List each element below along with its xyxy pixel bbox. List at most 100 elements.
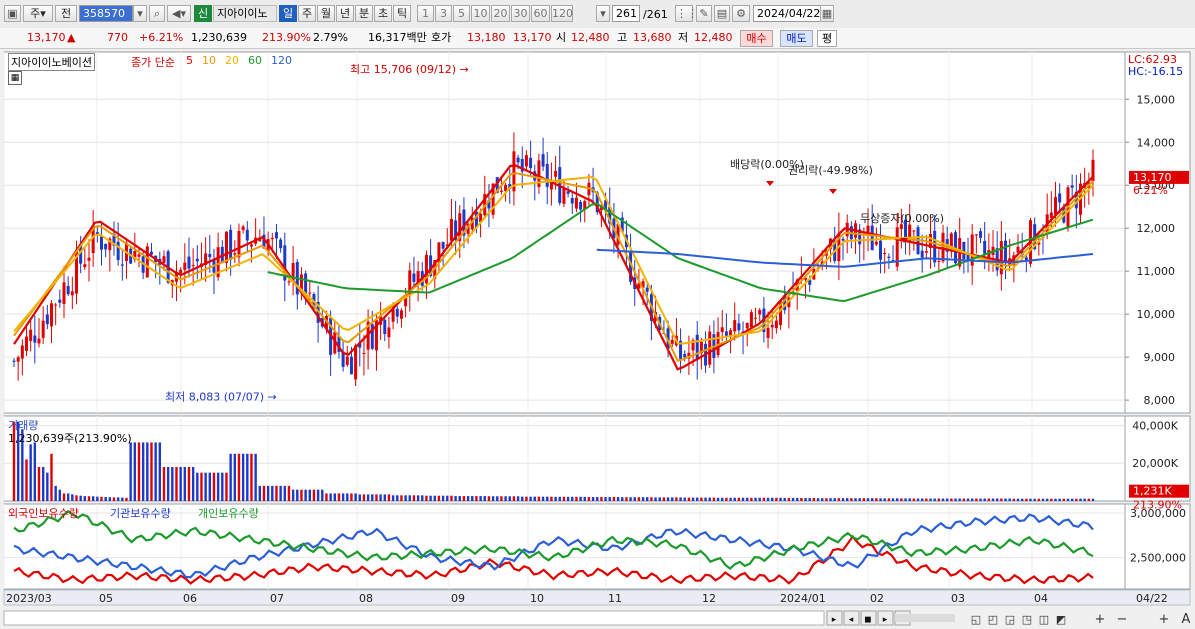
volume-bar [904,498,907,501]
grid-icon[interactable]: ⋮⋮ [675,5,698,22]
save-icon[interactable]: ▤ [714,5,730,22]
volume-bar [283,485,286,501]
candle-body [66,285,70,295]
price-tick-label: 14,000 [1137,136,1176,149]
last-price-label: 13,170 [1133,171,1172,184]
calendar-icon[interactable]: ▦ [820,5,834,22]
volume-bar [1020,498,1024,501]
volume-bar [300,489,303,501]
volume-bar [596,497,599,501]
volume-bar [679,497,682,501]
x-tick-label: 09 [451,592,465,605]
volume-bar [875,498,878,501]
speaker-icon[interactable]: ◀▾ [167,5,191,22]
count-input[interactable]: 261 [612,5,640,22]
candle-body [749,312,753,328]
stock-code-input[interactable]: 358570 [79,5,133,22]
scroll-button-icon-3: ▸ [883,615,888,625]
bid-label: 호가 [431,31,452,44]
volume-bar [79,495,82,501]
volume-bar [304,489,307,501]
candle-body [912,230,916,232]
volume-bar [208,472,212,501]
chevron-down-icon[interactable]: ▾ [596,5,610,22]
interval-button-3[interactable]: 3 [435,5,452,22]
volume-bar [579,496,582,501]
volume-bar [646,497,649,501]
volume-bar [537,496,541,501]
period-button-1[interactable]: 주 [298,5,316,22]
period-button-6[interactable]: 틱 [393,5,411,22]
candle-body [524,155,528,167]
volume-bar [541,496,545,501]
interval-button-120[interactable]: 120 [551,5,573,22]
volume-bar [258,485,261,501]
volume-bar [837,498,841,501]
candle-body [874,241,878,245]
interval-button-5[interactable]: 5 [453,5,470,22]
volume-bar [591,497,595,501]
volume-bar [1033,498,1036,501]
candle-body [179,269,183,274]
period-button-2[interactable]: 월 [317,5,335,22]
volume-bar [229,453,232,501]
x-tick-label: 06 [183,592,197,605]
volume-bar [983,498,986,501]
period-button-4[interactable]: 분 [355,5,373,22]
ma-legend-10: 10 [202,54,216,67]
table-icon[interactable]: ▦ [8,71,22,85]
chevron-down-icon[interactable]: ▾ [133,5,147,22]
stock-chart[interactable]: ▸◂◼▸▸◱◰◲◳◫◩+−+A8,0009,00010,00011,00012,… [0,50,1195,629]
volume-bar [758,497,761,501]
volume-bar [708,497,711,501]
period-unit-label: 주 [30,7,41,20]
draw-icon[interactable]: ✎ [696,5,712,22]
candle-body [720,327,724,333]
search-icon[interactable]: ⌕ [149,5,165,22]
sell-button[interactable]: 매도 [780,30,813,47]
volume-bar [883,498,886,501]
interval-button-1[interactable]: 1 [417,5,434,22]
window-icon[interactable]: ▣ [4,5,21,22]
volume-bar [66,493,70,501]
eval-button[interactable]: 평 [817,30,837,47]
volume-bar [46,472,49,501]
candle-body [529,157,533,169]
interval-button-30[interactable]: 30 [511,5,530,22]
volume-bar [958,498,961,501]
scroll-button-icon-0: ▸ [832,615,837,625]
volume-bar [554,496,557,501]
holder-foreign: 외국인보유수량 [8,507,79,520]
volume-bar [804,497,807,501]
period-button-0[interactable]: 일 [279,5,297,22]
volume-bar [437,495,441,501]
volume-bar [912,498,916,501]
volume-bar [254,453,257,501]
date-input[interactable]: 2024/04/22 [753,5,821,22]
volume-bar [525,496,528,501]
candle-body [349,356,353,375]
prev-button[interactable]: 전 [55,5,77,22]
gear-icon[interactable]: ⚙ [732,5,750,22]
period-button-5[interactable]: 초 [374,5,392,22]
volume-bar [175,467,178,501]
bonus-annotation: 무상증자(0.00%) [860,212,944,225]
volume-bar [462,496,466,501]
volume-bar [754,497,757,501]
volume-bar [1037,498,1041,501]
interval-button-10[interactable]: 10 [471,5,490,22]
volume-bar [379,494,382,501]
volume-bar [196,472,199,501]
volume-bar [775,497,778,501]
volume-bar [762,497,766,501]
x-tick-label: 11 [608,592,622,605]
period-button-3[interactable]: 년 [336,5,354,22]
interval-button-60[interactable]: 60 [531,5,550,22]
stock-legend-name[interactable]: 지아이이노베이션 [8,53,95,71]
interval-button-20[interactable]: 20 [491,5,510,22]
period-unit-select[interactable]: 주▾ [23,5,53,22]
candle-body [758,310,762,315]
volume-bar [129,442,132,501]
buy-button[interactable]: 매수 [740,30,773,47]
candle-body [49,303,53,327]
